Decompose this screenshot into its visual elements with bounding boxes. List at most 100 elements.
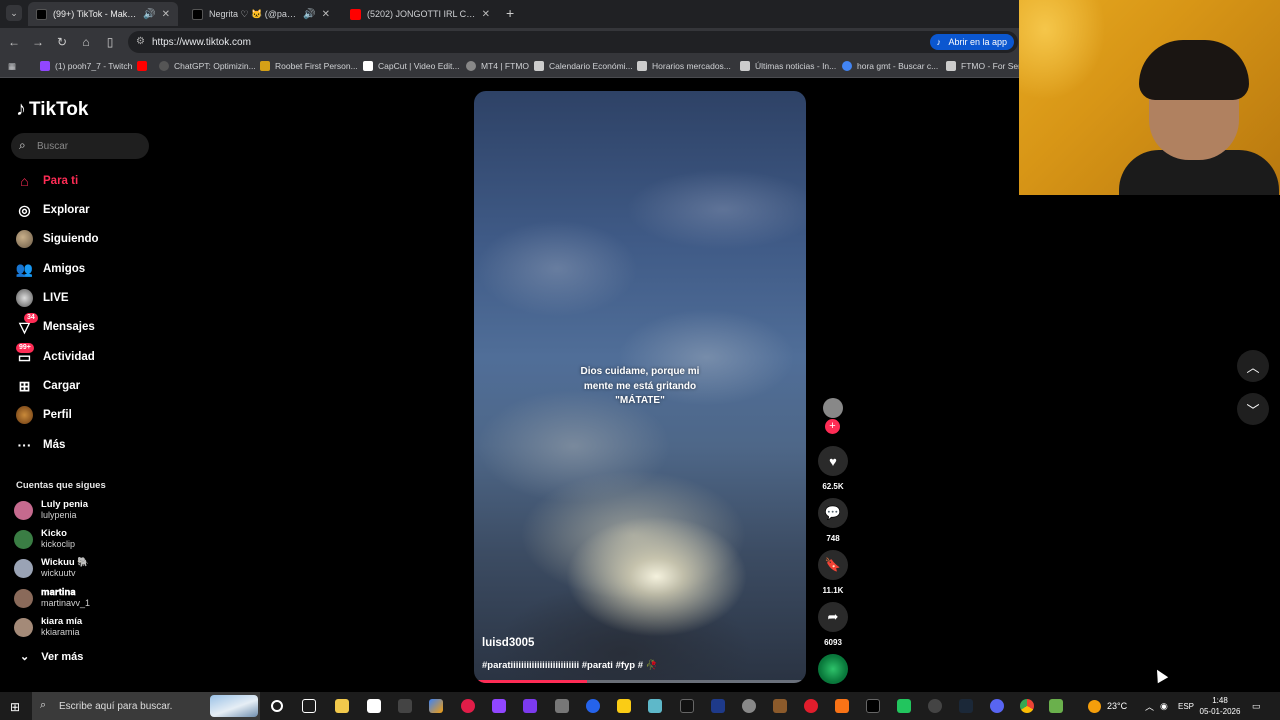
follow-plus-icon[interactable]: +	[825, 419, 840, 434]
speaker-icon[interactable]: 🔊	[143, 9, 155, 20]
reload-icon[interactable]: ↻	[54, 34, 70, 50]
app-icon[interactable]	[928, 699, 942, 713]
settings-icon[interactable]	[742, 699, 756, 713]
copilot-icon[interactable]	[429, 699, 443, 713]
capcut-icon[interactable]	[680, 699, 694, 713]
site-info-icon[interactable]: ⚙	[136, 36, 145, 47]
save-button[interactable]: 🔖 11.1K	[818, 550, 848, 595]
next-video-button[interactable]: ﹀	[1237, 393, 1269, 425]
nav-actividad[interactable]: ▭ 99+ Actividad	[16, 342, 95, 368]
share-button[interactable]: ➦ 6093	[818, 602, 848, 647]
video-hashtags[interactable]: #paratiiiiiiiiiiiiiiiiiiiiiiiiii #parati…	[482, 660, 658, 671]
nav-para-ti[interactable]: ⌂ Para ti	[16, 170, 78, 192]
see-more-link[interactable]: ⌄ Ver más	[20, 650, 83, 664]
nav-siguiendo[interactable]: Siguiendo	[16, 228, 99, 250]
nav-label: Para ti	[43, 175, 79, 187]
mouse-cursor-icon	[1151, 666, 1169, 684]
bookmark-twitch[interactable]: (1) pooh7_7 - Twitch	[40, 61, 132, 71]
webcam-overlay	[1019, 0, 1280, 195]
address-bar[interactable]: ⚙ https://www.tiktok.com	[128, 31, 1018, 53]
app-icon[interactable]	[398, 699, 412, 713]
nav-mensajes[interactable]: ▽ 34 Mensajes	[16, 312, 95, 338]
search-input[interactable]: ⌕ Buscar	[11, 133, 149, 159]
following-account[interactable]: Luly penia lulypenia	[14, 499, 88, 521]
bookmark-calendario[interactable]: Calendario Económi...	[534, 61, 633, 71]
language-indicator[interactable]: ESP	[1178, 692, 1194, 720]
nav-live[interactable]: LIVE	[16, 287, 69, 309]
apps-grid-icon[interactable]: ▦	[8, 61, 16, 72]
bookmark-roobet[interactable]: Roobet First Person...	[260, 61, 358, 71]
comment-button[interactable]: 💬 748	[818, 498, 848, 543]
following-account[interactable]: Kicko kickoclip	[14, 528, 75, 550]
bookmark-noticias[interactable]: Últimas noticias - In...	[740, 61, 836, 71]
video-player[interactable]: Dios cuidame, porque mi mente me está gr…	[474, 91, 806, 683]
tab-list-button[interactable]: ⌄	[6, 5, 22, 21]
app-icon[interactable]	[555, 699, 569, 713]
video-progress-fill	[474, 680, 587, 683]
tab-negrita[interactable]: Negrita ♡ 🐱 (@palomarig 🔊 ✕	[184, 2, 338, 26]
app-icon[interactable]	[773, 699, 787, 713]
notifications-icon[interactable]: ▭	[1252, 692, 1261, 720]
like-button[interactable]: ♥ 62.5K	[818, 446, 848, 491]
taskbar-search-input[interactable]: ⌕ Escribe aquí para buscar.	[32, 692, 260, 720]
nav-amigos[interactable]: 👥 Amigos	[16, 258, 85, 280]
close-tab-icon[interactable]: ✕	[322, 9, 330, 20]
network-icon[interactable]: ◉	[1160, 692, 1168, 720]
close-tab-icon[interactable]: ✕	[482, 9, 490, 20]
bookmark-ftmo[interactable]: FTMO - For Serio	[946, 61, 1028, 71]
chrome-icon[interactable]	[1020, 699, 1034, 713]
bookmark-chatgpt[interactable]: ChatGPT: Optimizin...	[159, 61, 256, 71]
nav-perfil[interactable]: Perfil	[16, 404, 72, 426]
sticky-notes-icon[interactable]	[617, 699, 631, 713]
app-icon[interactable]	[523, 699, 537, 713]
creator-avatar[interactable]	[823, 398, 843, 418]
sidebar-toggle-icon[interactable]: ▯	[102, 34, 118, 50]
tiktok-logo[interactable]: ♪ TikTok	[16, 98, 88, 121]
notepad-icon[interactable]	[367, 699, 381, 713]
task-view-icon[interactable]	[302, 699, 316, 713]
twitch-icon[interactable]	[492, 699, 506, 713]
previous-video-button[interactable]: ︿	[1237, 350, 1269, 382]
back-icon[interactable]: ←	[6, 34, 22, 50]
open-in-app-button[interactable]: ♪ Abrir en la app	[930, 34, 1014, 50]
bookmark-horarios[interactable]: Horarios mercados...	[637, 61, 731, 71]
opera-icon[interactable]	[804, 699, 818, 713]
app-icon[interactable]	[835, 699, 849, 713]
steam-icon[interactable]	[959, 699, 973, 713]
zoom-icon[interactable]	[586, 699, 600, 713]
windows-start-icon[interactable]: ⊞	[10, 700, 20, 714]
new-tab-icon[interactable]: +	[506, 5, 514, 21]
nav-explorar[interactable]: ◎ Explorar	[16, 199, 89, 221]
music-disc-icon[interactable]	[818, 654, 848, 684]
app-icon[interactable]	[648, 699, 662, 713]
cortana-icon[interactable]	[271, 700, 283, 712]
video-progress-bar[interactable]	[474, 680, 806, 683]
video-username[interactable]: luisd3005	[482, 637, 534, 649]
bookmark-capcut[interactable]: CapCut | Video Edit...	[363, 61, 459, 71]
system-clock[interactable]: 1:48 05-01-2026	[1198, 695, 1242, 717]
app-icon[interactable]	[461, 699, 475, 713]
nav-mas[interactable]: ··· Más	[16, 434, 66, 456]
tab-tiktok[interactable]: (99+) TikTok - Make Your Day 🔊 ✕	[28, 2, 178, 26]
app-icon[interactable]	[711, 699, 725, 713]
discord-icon[interactable]	[990, 699, 1004, 713]
minecraft-icon[interactable]	[897, 699, 911, 713]
tiktok-icon[interactable]	[866, 699, 880, 713]
bookmark-hora-gmt[interactable]: hora gmt - Buscar c...	[842, 61, 938, 71]
forward-icon[interactable]: →	[30, 34, 46, 50]
following-account[interactable]: 𝐦𝐚𝐫𝐭𝐢𝐧𝐚 martinavv_1	[14, 587, 90, 609]
close-tab-icon[interactable]: ✕	[162, 9, 170, 20]
bookmark-mt4[interactable]: MT4 | FTMO	[466, 61, 529, 71]
bookmark-youtube[interactable]	[137, 61, 147, 71]
tab-youtube[interactable]: (5202) JONGOTTI IRL CEMENT ✕	[342, 2, 498, 26]
following-account[interactable]: Wickuu 🐘 wickuutv	[14, 557, 89, 579]
file-explorer-icon[interactable]	[335, 699, 349, 713]
app-icon[interactable]	[1049, 699, 1063, 713]
weather-widget[interactable]: 23°C	[1088, 692, 1127, 720]
home-icon[interactable]: ⌂	[78, 34, 94, 50]
speaker-icon[interactable]: 🔊	[303, 9, 315, 20]
tray-overflow-icon[interactable]: ︿	[1145, 692, 1154, 720]
nav-cargar[interactable]: ⊞ Cargar	[16, 375, 80, 397]
clock-date: 05-01-2026	[1199, 707, 1241, 716]
following-account[interactable]: kiara mía kkiaramia	[14, 616, 82, 638]
